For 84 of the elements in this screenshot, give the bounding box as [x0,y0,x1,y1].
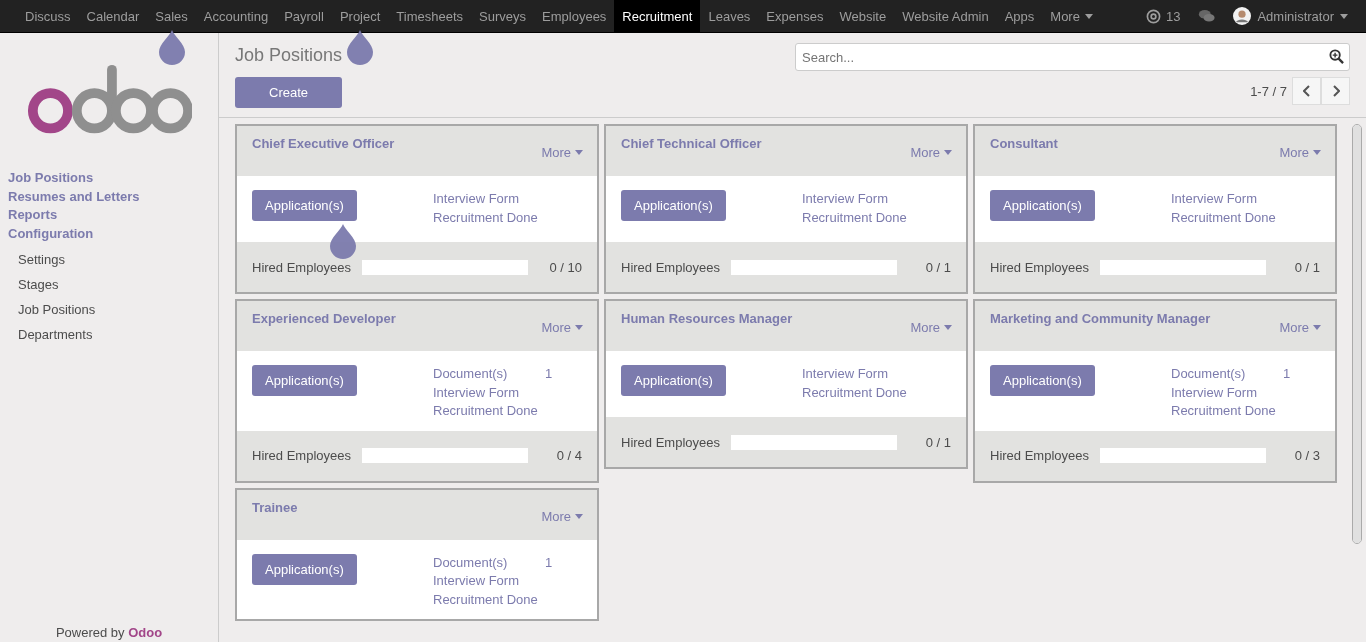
powered-by-text: Powered by Odoo [54,625,164,642]
progress-reading: 0 / 1 [924,259,951,275]
more-dropdown[interactable]: More [1279,145,1321,160]
count: 1 [545,553,553,572]
menu-item[interactable]: Payroll [276,0,332,32]
sidebar-item[interactable]: Stages [0,272,218,297]
card-title: Chief Technical Officer [621,136,762,153]
link[interactable]: Recruitment Done [802,208,914,227]
more-dropdown[interactable]: More [910,320,952,335]
link[interactable]: Interview Form [1171,383,1283,402]
link[interactable]: Interview Form [802,365,914,384]
count: 1 [545,365,553,383]
link[interactable]: Document(s) [1171,365,1283,384]
label: Hired Employees [621,259,721,275]
link[interactable]: Interview Form [802,190,914,209]
link[interactable]: Recruitment Done [1171,402,1283,421]
label: Hired Employees [252,259,352,275]
link[interactable]: Interview Form [433,190,545,209]
more-dropdown[interactable]: More [541,320,583,335]
user-menu[interactable]: Administrator [1225,0,1356,32]
card-title: Consultant [990,136,1058,153]
link[interactable]: Interview Form [433,383,545,402]
sidebar-item[interactable]: Settings [0,247,218,272]
applications-button[interactable]: Application(s) [621,190,726,221]
menu-item[interactable]: Sales [147,0,196,32]
link[interactable]: Recruitment Done [433,402,545,421]
sidebar-item[interactable]: Resumes and Letters [0,187,218,206]
menu-item[interactable]: Project [331,0,389,32]
menu-item[interactable]: Website [831,0,895,32]
card-title: Chief Executive Officer [252,136,395,153]
search-field[interactable]: Search... [795,43,1350,71]
more-dropdown[interactable]: More [541,508,583,524]
progress-reading: 0 / 3 [1293,448,1320,463]
card-title: Human Resources Manager [621,311,793,328]
more-dropdown[interactable]: More [1279,320,1321,335]
menu-item[interactable]: Website Admin [894,0,997,32]
sidebar-item[interactable]: Job Positions [0,169,218,188]
card-title: Marketing and Community Manager [990,311,1211,328]
link[interactable]: Recruitment Done [433,590,545,609]
menu-item[interactable]: Employees [534,0,615,32]
more-menu[interactable]: More [1042,0,1101,32]
link[interactable]: Recruitment Done [433,208,545,227]
mentions-button[interactable]: 13 [1137,0,1189,32]
menu-item[interactable]: Calendar [78,0,148,32]
applications-button[interactable]: Application(s) [252,553,357,585]
menu-item[interactable]: Leaves [700,0,759,32]
menu-item[interactable]: Discuss [17,0,79,32]
card-title: Trainee [252,499,298,517]
sidebar-item[interactable]: Configuration [0,224,218,243]
progress-reading: 0 / 10 [548,259,582,275]
applications-button[interactable]: Application(s) [252,365,357,396]
menu-item[interactable]: Recruitment [614,0,701,32]
page-title: Job Positions [235,44,343,67]
create-button[interactable]: Create [235,77,343,108]
menu-item[interactable]: Expenses [758,0,832,32]
link[interactable]: Document(s) [433,553,545,572]
progress-reading: 0 / 1 [1293,259,1320,275]
applications-button[interactable]: Application(s) [990,190,1095,221]
link[interactable]: Interview Form [433,572,545,591]
link[interactable]: Interview Form [1171,190,1283,209]
label: Hired Employees [990,259,1090,275]
label: Hired Employees [252,448,352,463]
sidebar-item[interactable]: Reports [0,206,218,225]
menu-item[interactable]: Surveys [471,0,535,32]
pager-text: 1-7 / 7 [1250,83,1287,99]
label: Hired Employees [990,448,1090,463]
sidebar-item[interactable]: Job Positions [0,297,218,322]
progress-reading: 0 / 4 [555,448,582,463]
menu-item[interactable]: Timesheets [388,0,472,32]
menu-item[interactable]: Apps [996,0,1043,32]
link[interactable]: Recruitment Done [802,383,914,402]
menu-item[interactable]: Accounting [195,0,277,32]
applications-button[interactable]: Application(s) [990,365,1095,396]
link[interactable]: Document(s) [433,365,545,384]
label: Hired Employees [621,434,721,450]
more-dropdown[interactable]: More [541,145,583,160]
card-title: Experienced Developer [252,311,396,328]
link[interactable]: Recruitment Done [1171,208,1283,227]
sidebar-item[interactable]: Departments [0,322,218,347]
count: 1 [1283,365,1291,383]
applications-button[interactable]: Application(s) [621,365,726,396]
more-dropdown[interactable]: More [910,145,952,160]
applications-button[interactable]: Application(s) [252,190,357,221]
progress-reading: 0 / 1 [924,434,951,450]
